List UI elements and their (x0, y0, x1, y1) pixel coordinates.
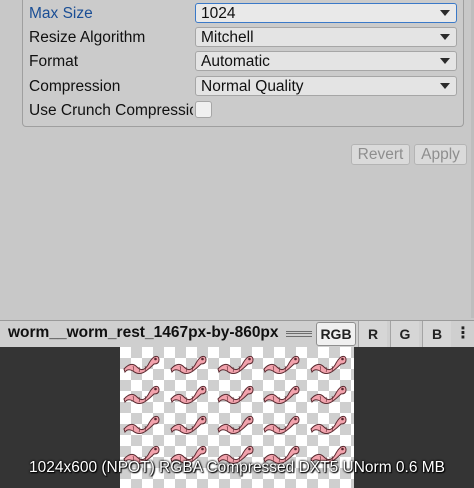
worm-sprite (123, 385, 160, 404)
chevron-down-icon (440, 34, 450, 40)
texture-info: 1024x600 (NPOT) RGBA Compressed DXT5 UNo… (28, 459, 446, 476)
worm-sprite (217, 355, 254, 374)
texture-preview: 1024x600 (NPOT) RGBA Compressed DXT5 UNo… (0, 347, 474, 488)
compression-value: Normal Quality (201, 78, 304, 95)
compression-label: Compression (29, 78, 121, 95)
more-options-icon[interactable]: ⋮ (455, 325, 471, 343)
worm-sprite (310, 415, 347, 434)
worm-sprite (263, 355, 300, 374)
revert-button[interactable]: Revert (351, 144, 410, 165)
worm-sprite (170, 385, 207, 404)
max-size-label: Max Size (29, 5, 93, 22)
max-size-dropdown[interactable]: 1024 (195, 3, 457, 23)
worm-sprite (310, 355, 347, 374)
apply-button[interactable]: Apply (414, 144, 467, 165)
channel-g-button[interactable]: G (390, 321, 419, 347)
compression-dropdown[interactable]: Normal Quality (195, 76, 457, 96)
preview-toolbar: worm__worm_rest_1467px-by-860px RGB R G … (0, 320, 474, 348)
worm-sprite (263, 385, 300, 404)
worm-sprite (123, 415, 160, 434)
chevron-down-icon (440, 83, 450, 89)
preview-title: worm__worm_rest_1467px-by-860px (8, 324, 279, 341)
chevron-down-icon (440, 10, 450, 16)
resize-algorithm-row: Resize Algorithm Mitchell (29, 27, 462, 49)
use-crunch-checkbox[interactable] (195, 101, 212, 118)
compression-row: Compression Normal Quality (29, 76, 462, 98)
worm-sprite (217, 415, 254, 434)
use-crunch-label: Use Crunch Compressic (29, 102, 193, 119)
format-row: Format Automatic (29, 51, 462, 73)
channel-rgb-button[interactable]: RGB (316, 322, 356, 346)
worm-sprite (170, 415, 207, 434)
channel-r-button[interactable]: R (358, 321, 387, 347)
max-size-value: 1024 (201, 5, 236, 22)
worm-sprite (123, 355, 160, 374)
channel-b-button[interactable]: B (422, 321, 451, 347)
format-value: Automatic (201, 53, 270, 70)
worm-sprite (263, 415, 300, 434)
format-label: Format (29, 53, 79, 70)
max-size-row: Max Size 1024 (29, 3, 462, 25)
worm-sprite (310, 385, 347, 404)
worm-sprite (217, 385, 254, 404)
resize-algorithm-dropdown[interactable]: Mitchell (195, 27, 457, 47)
import-settings-panel: Max Size 1024 Resize Algorithm Mitchell … (0, 0, 474, 318)
format-dropdown[interactable]: Automatic (195, 51, 457, 71)
use-crunch-row: Use Crunch Compressic (29, 100, 462, 122)
worm-sprite (170, 355, 207, 374)
chevron-down-icon (440, 58, 450, 64)
resize-algorithm-value: Mitchell (201, 29, 254, 46)
resize-algorithm-label: Resize Algorithm (29, 29, 146, 46)
drag-handle-icon[interactable] (286, 331, 312, 337)
